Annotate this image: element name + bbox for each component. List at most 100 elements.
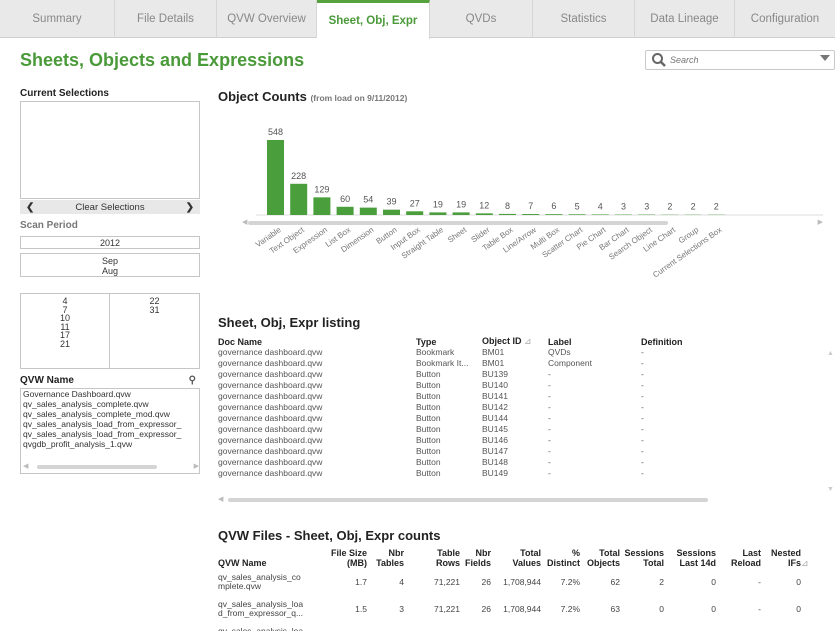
table-cell[interactable]: governance dashboard.qvw — [218, 435, 416, 446]
table-cell[interactable]: - — [641, 391, 821, 402]
table-cell[interactable]: 26 — [460, 568, 491, 595]
table-cell[interactable]: 7.2% — [541, 595, 580, 622]
table-row[interactable]: qv_sales_analysis_load_from_expressor_q.… — [218, 595, 811, 622]
table-cell[interactable]: QVDs — [548, 347, 641, 358]
list-item[interactable]: qv_sales_analysis_complete_mod.qvw — [21, 409, 199, 419]
table-row[interactable]: governance dashboard.qvw Button BU146- - — [218, 435, 821, 446]
column-header[interactable]: File Size (MB) — [312, 546, 367, 568]
scroll-up-icon[interactable]: ▲ — [827, 350, 834, 357]
table-cell[interactable]: BU149 — [482, 468, 548, 479]
sort-icon[interactable]: ⊿ — [801, 546, 811, 568]
table-cell[interactable]: 62 — [580, 568, 620, 595]
table-cell[interactable]: - — [641, 380, 821, 391]
table-cell[interactable]: 0 — [761, 622, 801, 631]
column-header[interactable]: Doc Name — [218, 336, 416, 347]
table-cell[interactable]: - — [548, 369, 641, 380]
table-cell[interactable]: BU146 — [482, 435, 548, 446]
object-counts-chart[interactable]: 548Variable228Text Object129Expression60… — [218, 105, 823, 320]
bar-text-object[interactable] — [290, 183, 308, 215]
bar-scatter-chart[interactable] — [568, 214, 586, 215]
column-header[interactable]: Total Values — [491, 546, 541, 568]
table-cell[interactable]: 0 — [761, 568, 801, 595]
dropdown-caret-icon[interactable] — [820, 55, 830, 61]
table-cell[interactable]: governance dashboard.qvw — [218, 358, 416, 369]
year-value[interactable]: 2012 — [100, 238, 120, 248]
table-cell[interactable]: 7.2% — [541, 622, 580, 631]
table-cell[interactable]: BM01 — [482, 358, 548, 369]
bar-list-box[interactable] — [336, 206, 354, 215]
search-icon[interactable]: ⚲ — [189, 375, 196, 386]
table-cell[interactable]: - — [641, 369, 821, 380]
table-row[interactable]: governance dashboard.qvw Button BU149- - — [218, 468, 821, 479]
list-item[interactable]: qvgdb_profit_analysis_1.qvw — [21, 439, 199, 449]
column-header[interactable]: QVW Name — [218, 546, 312, 568]
table-cell[interactable]: 63 — [580, 622, 620, 631]
table-cell[interactable]: Button — [416, 369, 482, 380]
table-cell[interactable]: - — [548, 457, 641, 468]
scroll-right-icon[interactable]: ▶ — [194, 462, 199, 470]
table-cell[interactable]: BU148 — [482, 457, 548, 468]
horizontal-scrollbar[interactable]: ◀ ▶ — [23, 462, 199, 470]
tab-qvw-overview[interactable]: QVW Overview — [217, 0, 317, 38]
scroll-thumb[interactable] — [228, 498, 708, 502]
bar-sheet[interactable] — [452, 212, 470, 215]
column-header[interactable]: Sessions Total — [620, 546, 664, 568]
table-cell[interactable]: qv_sales_analysis_load_from_expressor_q.… — [218, 595, 312, 622]
column-header[interactable]: % Distinct — [541, 546, 580, 568]
table-cell[interactable]: - — [716, 568, 761, 595]
table-cell[interactable]: 1.7 — [312, 568, 367, 595]
table-cell[interactable]: governance dashboard.qvw — [218, 457, 416, 468]
table-cell[interactable]: 1.5 — [312, 622, 367, 631]
column-header[interactable]: Nbr Tables — [367, 546, 404, 568]
day-value[interactable]: 21 — [21, 339, 109, 349]
list-item[interactable]: qv_sales_analysis_load_from_expressor_ — [21, 429, 199, 439]
table-row[interactable]: governance dashboard.qvw Button BU139- - — [218, 369, 821, 380]
table-cell[interactable]: BU145 — [482, 424, 548, 435]
qvw-name-listbox[interactable]: Governance Dashboard.qvw qv_sales_analys… — [20, 388, 200, 474]
table-cell[interactable]: BU141 — [482, 391, 548, 402]
table-row[interactable]: governance dashboard.qvw Button BU140- - — [218, 380, 821, 391]
column-header[interactable]: Nested IFs — [761, 546, 801, 568]
table-cell[interactable]: - — [641, 358, 821, 369]
table-cell[interactable]: - — [641, 347, 821, 358]
table-cell[interactable]: 7.2% — [541, 568, 580, 595]
sort-icon[interactable]: ⊿ — [524, 336, 532, 346]
tab-summary[interactable]: Summary — [0, 0, 115, 38]
table-cell[interactable]: 3 — [367, 622, 404, 631]
table-row[interactable]: governance dashboard.qvw Button BU141- - — [218, 391, 821, 402]
table-cell[interactable]: 0 — [761, 595, 801, 622]
table-cell[interactable]: BU140 — [482, 380, 548, 391]
column-header[interactable]: Type — [416, 336, 482, 347]
day-value[interactable]: 31 — [110, 305, 199, 315]
column-header[interactable]: Last Reload — [716, 546, 761, 568]
table-row[interactable]: qv_sales_analysis_co mplete.qvw 1.7 4 71,221… — [218, 568, 811, 595]
scroll-left-icon[interactable]: ◀ — [23, 462, 28, 470]
list-item[interactable]: Governance Dashboard.qvw — [21, 389, 199, 399]
month-value[interactable]: Sep — [21, 256, 199, 266]
column-header[interactable]: Sessions Last 14d — [664, 546, 716, 568]
table-cell[interactable]: 63 — [580, 595, 620, 622]
year-listbox[interactable]: 2012 — [20, 236, 200, 249]
table-cell[interactable]: 0 — [664, 595, 716, 622]
table-cell[interactable]: governance dashboard.qvw — [218, 391, 416, 402]
table-cell[interactable]: 26 — [460, 595, 491, 622]
tab-statistics[interactable]: Statistics — [533, 0, 635, 38]
bar-pie-chart[interactable] — [591, 214, 609, 215]
table-cell[interactable]: 4 — [367, 568, 404, 595]
table-cell[interactable]: BU139 — [482, 369, 548, 380]
table-cell[interactable]: - — [548, 391, 641, 402]
table-cell[interactable]: 71,221 — [404, 595, 460, 622]
table-cell[interactable]: - — [641, 435, 821, 446]
table-cell[interactable]: governance dashboard.qvw — [218, 468, 416, 479]
current-selections-box[interactable] — [20, 101, 200, 199]
table-cell[interactable]: 0 — [620, 595, 664, 622]
table-cell[interactable]: qv_sales_analysis_load_from_expressor_q.… — [218, 622, 312, 631]
table-cell[interactable]: governance dashboard.qvw — [218, 380, 416, 391]
table-cell[interactable]: BU147 — [482, 446, 548, 457]
month-value[interactable]: Aug — [21, 266, 199, 276]
table-cell[interactable]: Bookmark — [416, 347, 482, 358]
table-cell[interactable]: - — [548, 413, 641, 424]
table-row[interactable]: qv_sales_analysis_load_from_expressor_q.… — [218, 622, 811, 631]
day-listbox[interactable]: 4 7 10 11 17 21 22 31 — [20, 293, 200, 369]
table-cell[interactable]: - — [548, 446, 641, 457]
